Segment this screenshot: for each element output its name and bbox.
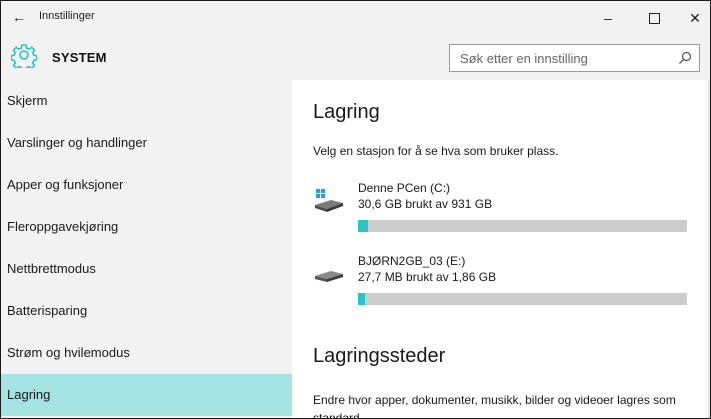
window-title: Innstillinger (39, 10, 95, 22)
maximize-icon (648, 12, 660, 24)
storage-locations-description: Endre hvor apper, dokumenter, musikk, bi… (313, 393, 676, 419)
sidebar-item-apper[interactable]: Apper og funksjoner (1, 164, 292, 206)
title-bar: ← Innstillinger – ✕ (1, 1, 710, 34)
search-icon[interactable] (678, 51, 692, 65)
main-content: Lagring Velg en stasjon for å se hva som… (292, 80, 710, 419)
drive-name: Denne PCen (C:) (358, 181, 451, 195)
sidebar: Skjerm Varslinger og handlinger Apper og… (1, 80, 292, 418)
search-input[interactable] (450, 45, 680, 71)
drive-name: BJØRN2GB_03 (E:) (358, 254, 466, 268)
windows-drive-icon (315, 189, 343, 212)
scrollbar[interactable] (708, 80, 710, 418)
drive-item[interactable]: BJØRN2GB_03 (E:) 27,7 MB brukt av 1,86 G… (313, 254, 693, 320)
usage-bar (358, 293, 687, 305)
usage-bar-fill (358, 220, 368, 232)
back-button[interactable]: ← (9, 7, 29, 27)
drive-usage: 30,6 GB brukt av 931 GB (358, 197, 493, 211)
search-box[interactable] (449, 44, 700, 72)
storage-locations-title: Lagringssteder (313, 345, 446, 367)
sidebar-item-batterisparing[interactable]: Batterisparing (1, 290, 292, 332)
header: SYSTEM (1, 34, 710, 80)
section-title: Lagring (313, 101, 380, 123)
gear-icon (11, 44, 37, 68)
drive-usage: 27,7 MB brukt av 1,86 GB (358, 270, 497, 284)
removable-drive-icon (315, 271, 343, 282)
sidebar-item-strom[interactable]: Strøm og hvilemodus (1, 332, 292, 374)
minimize-button[interactable]: – (588, 5, 628, 31)
usage-bar-fill (358, 293, 365, 305)
sidebar-item-nettbrett[interactable]: Nettbrettmodus (1, 248, 292, 290)
page-title: SYSTEM (52, 50, 107, 65)
section-description: Velg en stasjon for å se hva som bruker … (313, 144, 559, 158)
sidebar-item-skjerm[interactable]: Skjerm (1, 80, 292, 122)
maximize-button[interactable] (634, 5, 674, 31)
drive-item[interactable]: Denne PCen (C:) 30,6 GB brukt av 931 GB (313, 181, 693, 247)
settings-window: ← Innstillinger – ✕ SYSTEM Skjerm Varsli… (0, 0, 711, 419)
sidebar-item-lagring[interactable]: Lagring (1, 374, 292, 416)
sidebar-item-fleroppgave[interactable]: Fleroppgavekjøring (1, 206, 292, 248)
close-button[interactable]: ✕ (675, 5, 710, 31)
sidebar-item-varslinger[interactable]: Varslinger og handlinger (1, 122, 292, 164)
usage-bar (358, 220, 687, 232)
